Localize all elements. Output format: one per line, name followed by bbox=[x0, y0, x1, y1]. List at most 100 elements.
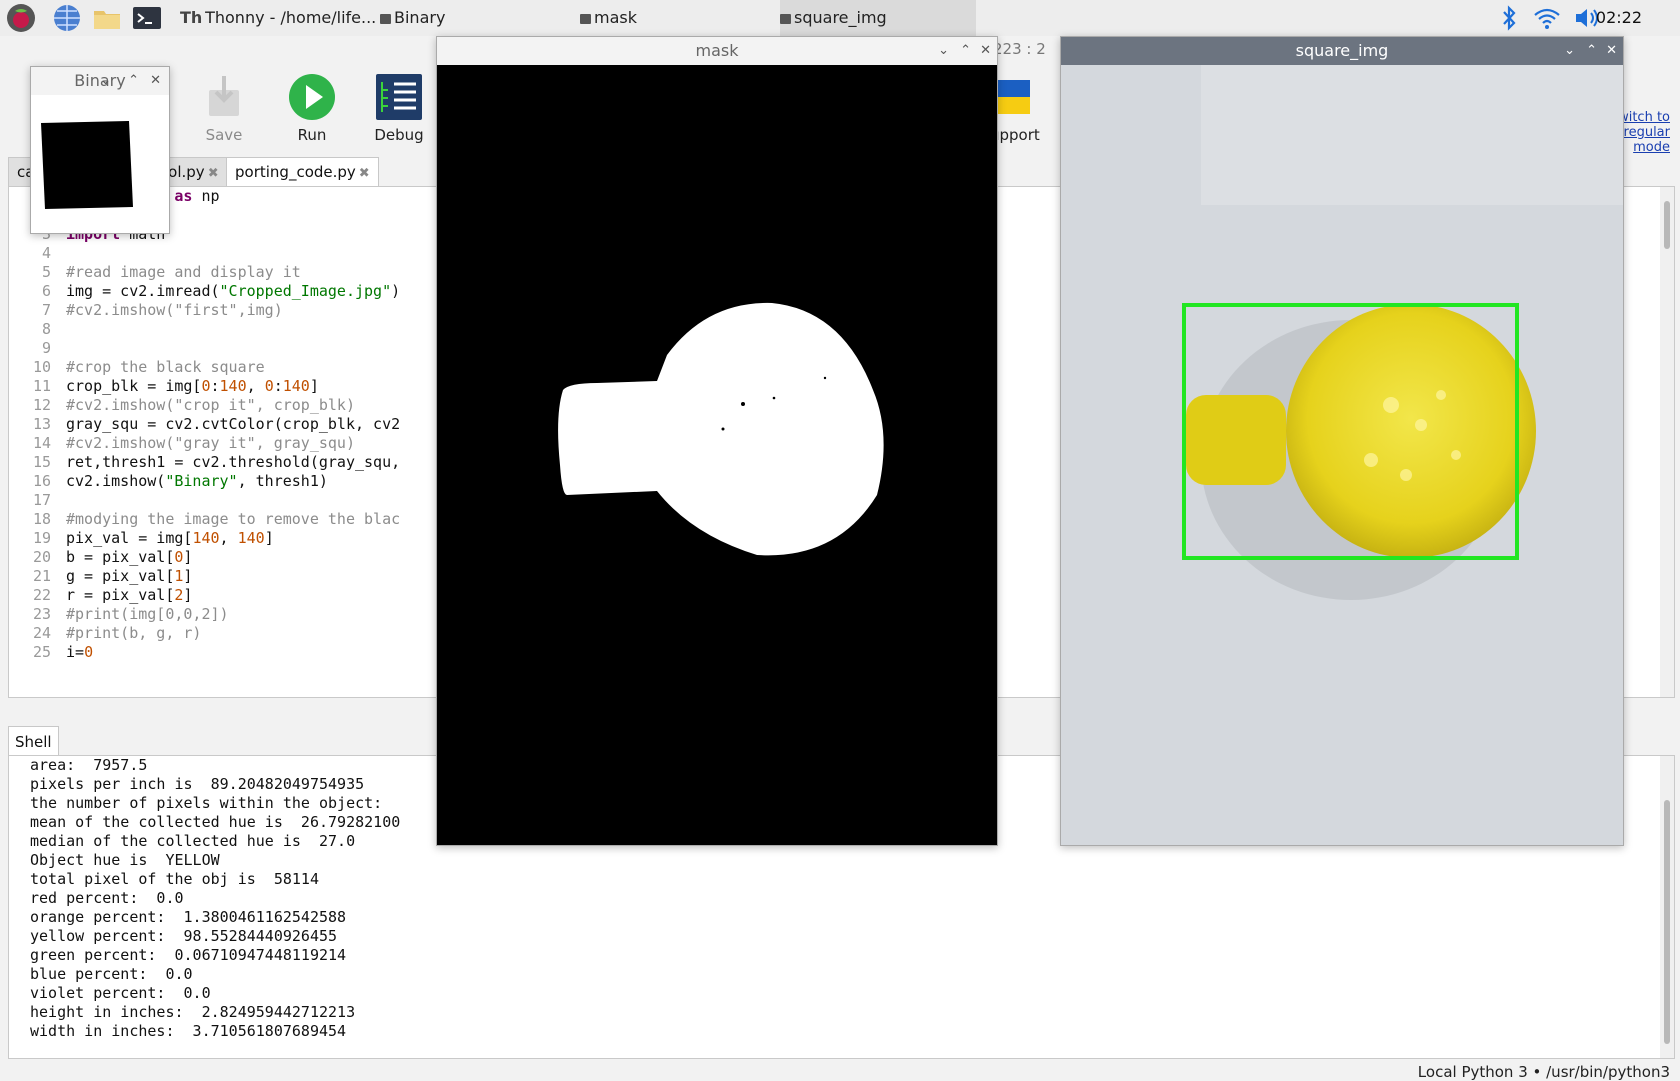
code-line[interactable]: crop_blk = img[0:140, 0:140] bbox=[66, 377, 400, 396]
terminal-icon[interactable] bbox=[132, 3, 162, 33]
line-number: 21 bbox=[32, 567, 51, 585]
code-line[interactable]: #cv2.imshow("crop it", crop_blk) bbox=[66, 396, 400, 415]
run-button[interactable]: Run bbox=[276, 72, 348, 144]
code-line[interactable]: #cv2.imshow("first",img) bbox=[66, 301, 400, 320]
line-number: 19 bbox=[32, 529, 51, 547]
code-text[interactable]: py as np import math #read image and dis… bbox=[66, 187, 400, 662]
code-line[interactable]: #print(b, g, r) bbox=[66, 624, 400, 643]
save-label: Save bbox=[205, 126, 243, 144]
binary-window[interactable]: Binary ⌄ ⌃ ✕ bbox=[30, 66, 170, 234]
scrollbar-thumb[interactable] bbox=[1664, 201, 1670, 249]
square-img-window[interactable]: square_img ⌄ ⌃ ✕ bbox=[1060, 36, 1624, 846]
maximize-icon[interactable]: ⌃ bbox=[128, 67, 139, 95]
square-img-titlebar[interactable]: square_img ⌄ ⌃ ✕ bbox=[1061, 37, 1623, 65]
status-bar: Local Python 3 • /usr/bin/python3 bbox=[1417, 1063, 1670, 1081]
line-number: 7 bbox=[41, 301, 51, 319]
task-binary[interactable]: Binary bbox=[380, 0, 570, 36]
line-number: 15 bbox=[32, 453, 51, 471]
line-number: 18 bbox=[32, 510, 51, 528]
code-line[interactable]: img = cv2.imread("Cropped_Image.jpg") bbox=[66, 282, 400, 301]
line-number: 22 bbox=[32, 586, 51, 604]
binary-image bbox=[41, 121, 133, 209]
file-manager-icon[interactable] bbox=[92, 3, 122, 33]
code-line[interactable]: g = pix_val[1] bbox=[66, 567, 400, 586]
code-line[interactable]: #crop the black square bbox=[66, 358, 400, 377]
line-number: 10 bbox=[32, 358, 51, 376]
code-line[interactable]: gray_squ = cv2.cvtColor(crop_blk, cv2 bbox=[66, 415, 400, 434]
code-line[interactable]: ret,thresh1 = cv2.threshold(gray_squ, bbox=[66, 453, 400, 472]
tab-file-3[interactable]: porting_code.py ✖ bbox=[226, 157, 379, 186]
clock[interactable]: 02:22 bbox=[1596, 0, 1642, 36]
line-number: 4 bbox=[41, 244, 51, 262]
task-thonny[interactable]: Th Thonny - /home/life... bbox=[180, 0, 378, 36]
mask-blob bbox=[558, 302, 884, 556]
task-square-img-label: square_img bbox=[794, 8, 887, 27]
run-icon bbox=[289, 74, 335, 120]
yellow-object-photo bbox=[1182, 65, 1623, 600]
bluetooth-icon[interactable] bbox=[1494, 3, 1524, 33]
line-number: 5 bbox=[41, 263, 51, 281]
code-line[interactable] bbox=[66, 320, 400, 339]
save-button[interactable]: Save bbox=[188, 72, 260, 144]
code-line[interactable]: #modying the image to remove the blac bbox=[66, 510, 400, 529]
thonny-task-icon: Th bbox=[180, 8, 203, 27]
shell-line: green percent: 0.06710947448119214 bbox=[30, 946, 347, 964]
close-icon[interactable]: ✕ bbox=[1606, 37, 1617, 65]
mask-titlebar[interactable]: mask ⌄ ⌃ ✕ bbox=[437, 37, 997, 65]
line-number: 11 bbox=[32, 377, 51, 395]
shell-line: orange percent: 1.3800461162542588 bbox=[30, 908, 347, 926]
scrollbar-thumb[interactable] bbox=[1664, 800, 1670, 1044]
code-line[interactable]: i=0 bbox=[66, 643, 400, 662]
close-tab-icon[interactable]: ✖ bbox=[359, 166, 370, 181]
maximize-icon[interactable]: ⌃ bbox=[960, 37, 971, 65]
window-icon bbox=[580, 13, 591, 24]
debug-button[interactable]: Debug bbox=[363, 72, 435, 144]
menu-chevron-icon[interactable]: ⌄ bbox=[938, 37, 949, 65]
code-line[interactable]: r = pix_val[2] bbox=[66, 586, 400, 605]
maximize-icon[interactable]: ⌃ bbox=[1586, 37, 1597, 65]
mask-window[interactable]: mask ⌄ ⌃ ✕ bbox=[436, 36, 998, 846]
shell-scrollbar[interactable] bbox=[1660, 756, 1674, 1058]
debug-icon bbox=[376, 74, 422, 120]
tab-label: porting_code.py bbox=[235, 163, 356, 181]
task-square-img[interactable]: square_img bbox=[780, 0, 976, 36]
line-number: 24 bbox=[32, 624, 51, 642]
shell-line: yellow percent: 98.55284440926455 bbox=[30, 927, 338, 945]
browser-globe-icon[interactable] bbox=[52, 3, 82, 33]
code-line[interactable]: #read image and display it bbox=[66, 263, 400, 282]
line-numbers: 3 4 5 6 7 8 9 10 11 12 13 14 15 16 17 18 19 20 21 22 23 24 25 bbox=[9, 187, 51, 662]
task-mask[interactable]: mask bbox=[580, 0, 770, 36]
line-number: 25 bbox=[32, 643, 51, 661]
code-line[interactable]: #cv2.imshow("gray it", gray_squ) bbox=[66, 434, 400, 453]
window-icon bbox=[380, 13, 391, 24]
support-button[interactable]: upport bbox=[990, 72, 1050, 144]
close-tab-icon[interactable]: ✖ bbox=[208, 166, 219, 181]
menu-chevron-icon[interactable]: ⌄ bbox=[1564, 37, 1575, 65]
line-number: 16 bbox=[32, 472, 51, 490]
binary-titlebar[interactable]: Binary ⌄ ⌃ ✕ bbox=[31, 67, 169, 95]
code-line[interactable] bbox=[66, 491, 400, 510]
square-img-title: square_img bbox=[1295, 41, 1389, 60]
shell-line: height in inches: 2.824959442712213 bbox=[30, 1003, 356, 1021]
code-line[interactable]: pix_val = img[140, 140] bbox=[66, 529, 400, 548]
code-line[interactable] bbox=[66, 339, 400, 358]
code-line[interactable]: b = pix_val[0] bbox=[66, 548, 400, 567]
mask-title: mask bbox=[695, 41, 739, 60]
raspberry-menu-icon[interactable] bbox=[6, 3, 36, 33]
code-line[interactable]: cv2.imshow("Binary", thresh1) bbox=[66, 472, 400, 491]
tab-shell[interactable]: Shell bbox=[8, 726, 59, 757]
close-icon[interactable]: ✕ bbox=[980, 37, 991, 65]
code-line[interactable]: #print(img[0,0,2]) bbox=[66, 605, 400, 624]
menu-chevron-icon[interactable]: ⌄ bbox=[100, 67, 111, 95]
wifi-icon[interactable] bbox=[1532, 3, 1562, 33]
editor-scrollbar[interactable] bbox=[1660, 187, 1674, 697]
close-icon[interactable]: ✕ bbox=[150, 67, 161, 95]
line-number: 8 bbox=[41, 320, 51, 338]
shell-line: violet percent: 0.0 bbox=[30, 984, 211, 1002]
save-icon bbox=[209, 76, 239, 116]
shell-line: Object hue is YELLOW bbox=[30, 851, 220, 869]
code-line[interactable] bbox=[66, 244, 400, 263]
task-binary-label: Binary bbox=[394, 8, 446, 27]
shell-line: total pixel of the obj is 58114 bbox=[30, 870, 319, 888]
task-mask-label: mask bbox=[594, 8, 637, 27]
